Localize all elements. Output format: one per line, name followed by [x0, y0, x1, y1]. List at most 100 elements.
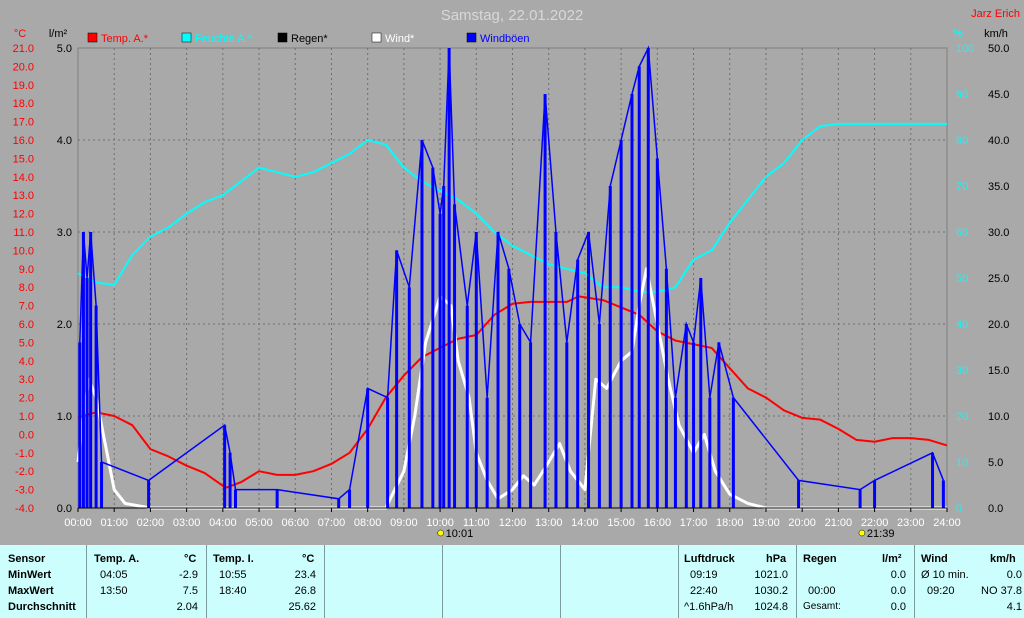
wind-tick-label: 40.0	[988, 135, 1009, 147]
humidity-tick-label: 10	[956, 457, 968, 469]
sensor-header: Sensor	[8, 553, 46, 565]
legend-swatch	[277, 32, 288, 43]
x-tick-label: 19:00	[752, 517, 780, 529]
chart-legend: Temp. A.* Feuchte A.* Regen* Wind* Windböen	[87, 32, 530, 45]
x-tick-label: 24:00	[933, 517, 961, 529]
temp-tick-label: -1.0	[15, 448, 34, 460]
wind-min-val: 0.0	[1006, 569, 1022, 581]
rain-tick-label: 4.0	[57, 135, 72, 147]
temp-tick-label: 11.0	[13, 227, 34, 239]
temp-tick-label: 15.0	[13, 153, 34, 165]
stats-table: Sensor MinWert MaxWert Durchschnitt Temp…	[0, 545, 1024, 618]
rain-total: 0.0	[890, 601, 906, 613]
wind-tick-label: 20.0	[988, 319, 1009, 331]
rain-max-time: 00:00	[808, 585, 836, 597]
temp-tick-label: 21.0	[13, 43, 34, 55]
humidity-tick-label: 70	[956, 181, 968, 193]
legend-swatch	[181, 32, 192, 43]
temp-a-avg: 2.04	[176, 601, 198, 613]
temp-tick-label: -3.0	[15, 485, 34, 497]
wind-tick-label: 0.0	[988, 503, 1003, 515]
temp-tick-label: 2.0	[19, 393, 34, 405]
humidity-tick-label: 60	[956, 227, 968, 239]
wind-avg-label: Ø 10 min.	[921, 569, 969, 581]
x-tick-label: 15:00	[607, 517, 635, 529]
temp-tick-label: 6.0	[19, 319, 34, 331]
rain-tick-label: 5.0	[57, 43, 72, 55]
temp-tick-label: 7.0	[19, 301, 34, 313]
humidity-tick-label: 20	[956, 411, 968, 423]
temp-a-unit: °C	[184, 553, 197, 565]
wind-tick-label: 30.0	[988, 227, 1009, 239]
wind-max-time: 09:20	[927, 585, 955, 597]
temp-tick-label: 10.0	[13, 245, 34, 257]
x-tick-label: 18:00	[716, 517, 744, 529]
pressure-unit: hPa	[766, 553, 787, 565]
temp-i-avg: 25.62	[288, 601, 316, 613]
humidity-tick-label: 0	[956, 503, 962, 515]
temp-tick-label: 17.0	[13, 117, 34, 129]
wind-axis-unit: km/h	[984, 28, 1008, 40]
sunset-icon	[858, 529, 866, 537]
rain-unit: l/m²	[882, 553, 902, 565]
temp-i-min-val: 23.4	[294, 569, 316, 581]
legend-label: Regen*	[291, 33, 328, 45]
x-tick-label: 21:00	[825, 517, 853, 529]
rain-header: Regen	[803, 553, 837, 565]
temp-tick-label: 9.0	[19, 264, 34, 276]
temp-a-min-time: 04:05	[100, 569, 128, 581]
temp-a-max-val: 7.5	[182, 585, 198, 597]
rain-min-val: 0.0	[890, 569, 906, 581]
x-tick-label: 04:00	[209, 517, 237, 529]
x-tick-label: 00:00	[64, 517, 92, 529]
durchschnitt-label: Durchschnitt	[8, 601, 76, 613]
humidity-tick-label: 80	[956, 135, 968, 147]
x-tick-label: 09:00	[390, 517, 418, 529]
temp-tick-label: 1.0	[19, 411, 34, 423]
weather-chart: 00:00 01:00 02:00 03:00 04:00 05:00 06:00 07:00…	[13, 7, 1020, 540]
wind-tick-label: 15.0	[988, 365, 1009, 377]
rain-tick-label: 2.0	[57, 319, 72, 331]
x-tick-label: 07:00	[318, 517, 346, 529]
x-tick-label: 05:00	[245, 517, 273, 529]
humidity-tick-label: 30	[956, 365, 968, 377]
chart-title: Samstag, 22.01.2022	[441, 7, 584, 24]
temp-tick-label: 0.0	[19, 429, 34, 441]
temp-tick-label: 18.0	[13, 98, 34, 110]
humidity-axis-unit: %	[953, 28, 963, 40]
temp-i-header: Temp. I.	[213, 553, 254, 565]
x-tick-label: 08:00	[354, 517, 382, 529]
humidity-tick-label: 90	[956, 89, 968, 101]
sunset-label: 21:39	[867, 528, 895, 540]
wind-tick-label: 45.0	[988, 89, 1009, 101]
temp-i-min-time: 10:55	[219, 569, 247, 581]
temp-tick-label: 19.0	[13, 80, 34, 92]
x-tick-label: 16:00	[644, 517, 672, 529]
x-tick-label: 12:00	[499, 517, 527, 529]
temp-tick-label: 8.0	[19, 282, 34, 294]
x-tick-label: 03:00	[173, 517, 201, 529]
minwert-label: MinWert	[8, 569, 52, 581]
temp-i-max-time: 18:40	[219, 585, 247, 597]
legend-label: Temp. A.*	[101, 33, 149, 45]
temp-a-header: Temp. A.	[94, 553, 140, 565]
x-tick-label: 01:00	[100, 517, 128, 529]
rain-tick-label: 0.0	[57, 503, 72, 515]
x-tick-label: 17:00	[680, 517, 708, 529]
rain-tick-label: 1.0	[57, 411, 72, 423]
rain-axis-unit: l/m²	[49, 28, 68, 40]
x-tick-label: 14:00	[571, 517, 599, 529]
temp-tick-label: 5.0	[19, 337, 34, 349]
wind-tick-label: 10.0	[988, 411, 1009, 423]
wind-avg: 4.1	[1006, 601, 1022, 613]
humidity-tick-label: 40	[956, 319, 968, 331]
rain-max-val: 0.0	[890, 585, 906, 597]
temp-tick-label: 16.0	[13, 135, 34, 147]
chart-grid	[77, 47, 948, 509]
x-tick-label: 20:00	[788, 517, 816, 529]
wind-tick-label: 5.0	[988, 457, 1003, 469]
chart-axes: 00:00 01:00 02:00 03:00 04:00 05:00 06:00 07:00…	[13, 28, 1010, 540]
maxwert-label: MaxWert	[8, 585, 54, 597]
pressure-max-time: 22:40	[690, 585, 718, 597]
sunrise-label: 10:01	[446, 528, 474, 540]
